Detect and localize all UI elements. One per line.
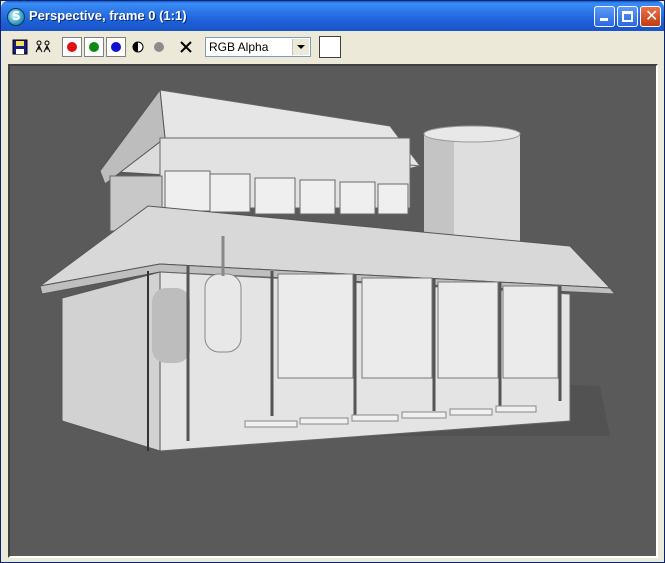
clear-button[interactable] [177, 37, 195, 57]
blue-channel-button[interactable] [106, 37, 126, 57]
close-icon: ✕ [645, 6, 659, 25]
render-frame-window: S Perspective, frame 0 (1:1) ✕ RGB Alpha [0, 0, 665, 563]
chevron-down-icon[interactable] [292, 39, 309, 55]
window-title: Perspective, frame 0 (1:1) [29, 8, 187, 23]
render-toolbar: RGB Alpha [5, 33, 662, 61]
3dsmax-icon[interactable]: S [7, 8, 25, 26]
red-channel-button[interactable] [62, 37, 82, 57]
channel-select-value: RGB Alpha [209, 40, 269, 54]
channel-select[interactable]: RGB Alpha [205, 37, 311, 57]
green-dot-icon [89, 42, 99, 52]
green-channel-button[interactable] [84, 37, 104, 57]
render-viewport[interactable] [8, 64, 658, 558]
red-dot-icon [67, 42, 77, 52]
clone-icon [35, 40, 51, 53]
save-icon [12, 39, 28, 55]
blue-dot-icon [111, 42, 121, 52]
title-bar[interactable]: S Perspective, frame 0 (1:1) ✕ [1, 1, 664, 31]
monochrome-button[interactable] [129, 37, 147, 57]
alpha-channel-button[interactable] [150, 37, 168, 57]
color-swatch[interactable] [319, 36, 341, 58]
alpha-channel-icon [154, 42, 164, 52]
minimize-button[interactable] [594, 6, 615, 27]
maximize-button[interactable] [617, 6, 638, 27]
monochrome-icon [132, 41, 144, 53]
minimize-icon [600, 18, 608, 21]
rendered-building-image [39, 88, 617, 452]
clone-button[interactable] [33, 37, 53, 57]
save-button[interactable] [11, 37, 29, 57]
maximize-icon [622, 11, 633, 22]
clear-icon [180, 41, 192, 53]
close-button[interactable]: ✕ [640, 6, 661, 27]
